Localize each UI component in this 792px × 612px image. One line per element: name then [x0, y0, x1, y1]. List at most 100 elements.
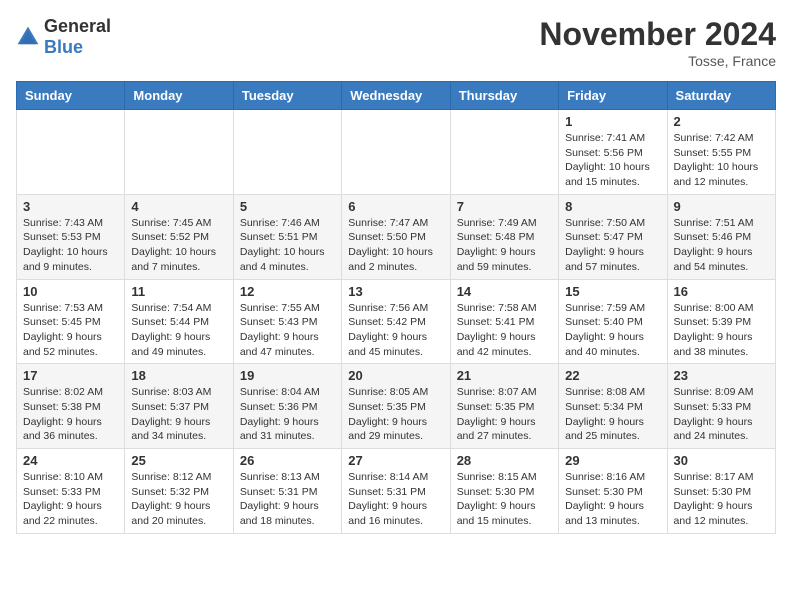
day-info: Sunrise: 8:02 AM Sunset: 5:38 PM Dayligh… — [23, 385, 118, 444]
calendar: SundayMondayTuesdayWednesdayThursdayFrid… — [16, 81, 776, 534]
calendar-cell: 26Sunrise: 8:13 AM Sunset: 5:31 PM Dayli… — [233, 449, 341, 534]
day-info: Sunrise: 7:56 AM Sunset: 5:42 PM Dayligh… — [348, 301, 443, 360]
weekday-header-monday: Monday — [125, 82, 233, 110]
day-info: Sunrise: 7:43 AM Sunset: 5:53 PM Dayligh… — [23, 216, 118, 275]
calendar-cell: 5 Sunrise: 7:46 AM Sunset: 5:51 PM Daylig… — [233, 194, 341, 279]
day-info: Sunrise: 8:03 AM Sunset: 5:37 PM Dayligh… — [131, 385, 226, 444]
day-info: Sunrise: 8:14 AM Sunset: 5:31 PM Dayligh… — [348, 470, 443, 529]
day-number: 30 — [674, 453, 769, 468]
day-info: Sunrise: 7:47 AM Sunset: 5:50 PM Dayligh… — [348, 216, 443, 275]
day-info: Sunrise: 8:13 AM Sunset: 5:31 PM Dayligh… — [240, 470, 335, 529]
location: Tosse, France — [539, 53, 776, 69]
calendar-cell: 1 Sunrise: 7:41 AM Sunset: 5:56 PM Daylig… — [559, 110, 667, 195]
calendar-cell: 14 Sunrise: 7:58 AM Sunset: 5:41 PM Dayli… — [450, 279, 558, 364]
day-number: 25 — [131, 453, 226, 468]
day-info: Sunrise: 8:12 AM Sunset: 5:32 PM Dayligh… — [131, 470, 226, 529]
calendar-cell — [125, 110, 233, 195]
day-number: 22 — [565, 368, 660, 383]
day-number: 21 — [457, 368, 552, 383]
day-number: 2 — [674, 114, 769, 129]
day-info: Sunrise: 7:45 AM Sunset: 5:52 PM Dayligh… — [131, 216, 226, 275]
title-area: November 2024 Tosse, France — [539, 16, 776, 69]
day-info: Sunrise: 7:58 AM Sunset: 5:41 PM Dayligh… — [457, 301, 552, 360]
calendar-cell: 4 Sunrise: 7:45 AM Sunset: 5:52 PM Daylig… — [125, 194, 233, 279]
day-number: 27 — [348, 453, 443, 468]
day-info: Sunrise: 7:51 AM Sunset: 5:46 PM Dayligh… — [674, 216, 769, 275]
calendar-cell: 30Sunrise: 8:17 AM Sunset: 5:30 PM Dayli… — [667, 449, 775, 534]
day-number: 8 — [565, 199, 660, 214]
day-info: Sunrise: 8:08 AM Sunset: 5:34 PM Dayligh… — [565, 385, 660, 444]
day-number: 13 — [348, 284, 443, 299]
calendar-cell: 9Sunrise: 7:51 AM Sunset: 5:46 PM Daylig… — [667, 194, 775, 279]
calendar-cell: 25 Sunrise: 8:12 AM Sunset: 5:32 PM Dayli… — [125, 449, 233, 534]
day-number: 7 — [457, 199, 552, 214]
weekday-header-saturday: Saturday — [667, 82, 775, 110]
day-info: Sunrise: 8:07 AM Sunset: 5:35 PM Dayligh… — [457, 385, 552, 444]
weekday-header-row: SundayMondayTuesdayWednesdayThursdayFrid… — [17, 82, 776, 110]
calendar-cell: 27 Sunrise: 8:14 AM Sunset: 5:31 PM Dayli… — [342, 449, 450, 534]
calendar-week-2: 3 Sunrise: 7:43 AM Sunset: 5:53 PM Daylig… — [17, 194, 776, 279]
day-info: Sunrise: 8:00 AM Sunset: 5:39 PM Dayligh… — [674, 301, 769, 360]
calendar-cell: 24 Sunrise: 8:10 AM Sunset: 5:33 PM Dayli… — [17, 449, 125, 534]
day-info: Sunrise: 8:04 AM Sunset: 5:36 PM Dayligh… — [240, 385, 335, 444]
calendar-cell: 6 Sunrise: 7:47 AM Sunset: 5:50 PM Daylig… — [342, 194, 450, 279]
calendar-cell: 13 Sunrise: 7:56 AM Sunset: 5:42 PM Dayli… — [342, 279, 450, 364]
day-info: Sunrise: 7:49 AM Sunset: 5:48 PM Dayligh… — [457, 216, 552, 275]
day-number: 15 — [565, 284, 660, 299]
day-number: 1 — [565, 114, 660, 129]
calendar-cell: 22 Sunrise: 8:08 AM Sunset: 5:34 PM Dayli… — [559, 364, 667, 449]
day-number: 17 — [23, 368, 118, 383]
day-number: 10 — [23, 284, 118, 299]
calendar-cell: 8 Sunrise: 7:50 AM Sunset: 5:47 PM Daylig… — [559, 194, 667, 279]
logo-icon — [16, 25, 40, 49]
day-number: 14 — [457, 284, 552, 299]
logo-general: General — [44, 16, 111, 36]
calendar-week-5: 24 Sunrise: 8:10 AM Sunset: 5:33 PM Dayli… — [17, 449, 776, 534]
calendar-cell: 12 Sunrise: 7:55 AM Sunset: 5:43 PM Dayli… — [233, 279, 341, 364]
day-info: Sunrise: 8:16 AM Sunset: 5:30 PM Dayligh… — [565, 470, 660, 529]
day-info: Sunrise: 8:15 AM Sunset: 5:30 PM Dayligh… — [457, 470, 552, 529]
calendar-cell: 17 Sunrise: 8:02 AM Sunset: 5:38 PM Dayli… — [17, 364, 125, 449]
calendar-cell: 11Sunrise: 7:54 AM Sunset: 5:44 PM Dayli… — [125, 279, 233, 364]
calendar-cell: 28Sunrise: 8:15 AM Sunset: 5:30 PM Dayli… — [450, 449, 558, 534]
day-number: 29 — [565, 453, 660, 468]
calendar-week-1: 1 Sunrise: 7:41 AM Sunset: 5:56 PM Daylig… — [17, 110, 776, 195]
day-number: 16 — [674, 284, 769, 299]
day-info: Sunrise: 7:55 AM Sunset: 5:43 PM Dayligh… — [240, 301, 335, 360]
day-info: Sunrise: 7:46 AM Sunset: 5:51 PM Dayligh… — [240, 216, 335, 275]
day-number: 20 — [348, 368, 443, 383]
day-number: 5 — [240, 199, 335, 214]
page-header: General Blue November 2024 Tosse, France — [16, 16, 776, 69]
day-number: 23 — [674, 368, 769, 383]
day-info: Sunrise: 8:09 AM Sunset: 5:33 PM Dayligh… — [674, 385, 769, 444]
day-number: 24 — [23, 453, 118, 468]
calendar-cell: 7 Sunrise: 7:49 AM Sunset: 5:48 PM Daylig… — [450, 194, 558, 279]
weekday-header-sunday: Sunday — [17, 82, 125, 110]
logo: General Blue — [16, 16, 111, 58]
calendar-cell: 15Sunrise: 7:59 AM Sunset: 5:40 PM Dayli… — [559, 279, 667, 364]
day-info: Sunrise: 7:50 AM Sunset: 5:47 PM Dayligh… — [565, 216, 660, 275]
calendar-cell: 21 Sunrise: 8:07 AM Sunset: 5:35 PM Dayli… — [450, 364, 558, 449]
day-number: 3 — [23, 199, 118, 214]
day-number: 6 — [348, 199, 443, 214]
calendar-cell: 23 Sunrise: 8:09 AM Sunset: 5:33 PM Dayli… — [667, 364, 775, 449]
calendar-cell — [450, 110, 558, 195]
calendar-week-3: 10 Sunrise: 7:53 AM Sunset: 5:45 PM Dayli… — [17, 279, 776, 364]
calendar-cell — [342, 110, 450, 195]
weekday-header-wednesday: Wednesday — [342, 82, 450, 110]
calendar-cell: 19Sunrise: 8:04 AM Sunset: 5:36 PM Dayli… — [233, 364, 341, 449]
calendar-cell — [17, 110, 125, 195]
calendar-cell: 20Sunrise: 8:05 AM Sunset: 5:35 PM Dayli… — [342, 364, 450, 449]
calendar-week-4: 17 Sunrise: 8:02 AM Sunset: 5:38 PM Dayli… — [17, 364, 776, 449]
weekday-header-friday: Friday — [559, 82, 667, 110]
calendar-cell — [233, 110, 341, 195]
day-info: Sunrise: 7:42 AM Sunset: 5:55 PM Dayligh… — [674, 131, 769, 190]
day-number: 12 — [240, 284, 335, 299]
day-info: Sunrise: 8:10 AM Sunset: 5:33 PM Dayligh… — [23, 470, 118, 529]
day-number: 18 — [131, 368, 226, 383]
day-info: Sunrise: 7:41 AM Sunset: 5:56 PM Dayligh… — [565, 131, 660, 190]
day-info: Sunrise: 7:53 AM Sunset: 5:45 PM Dayligh… — [23, 301, 118, 360]
calendar-cell: 2 Sunrise: 7:42 AM Sunset: 5:55 PM Daylig… — [667, 110, 775, 195]
calendar-cell: 29 Sunrise: 8:16 AM Sunset: 5:30 PM Dayli… — [559, 449, 667, 534]
day-number: 4 — [131, 199, 226, 214]
